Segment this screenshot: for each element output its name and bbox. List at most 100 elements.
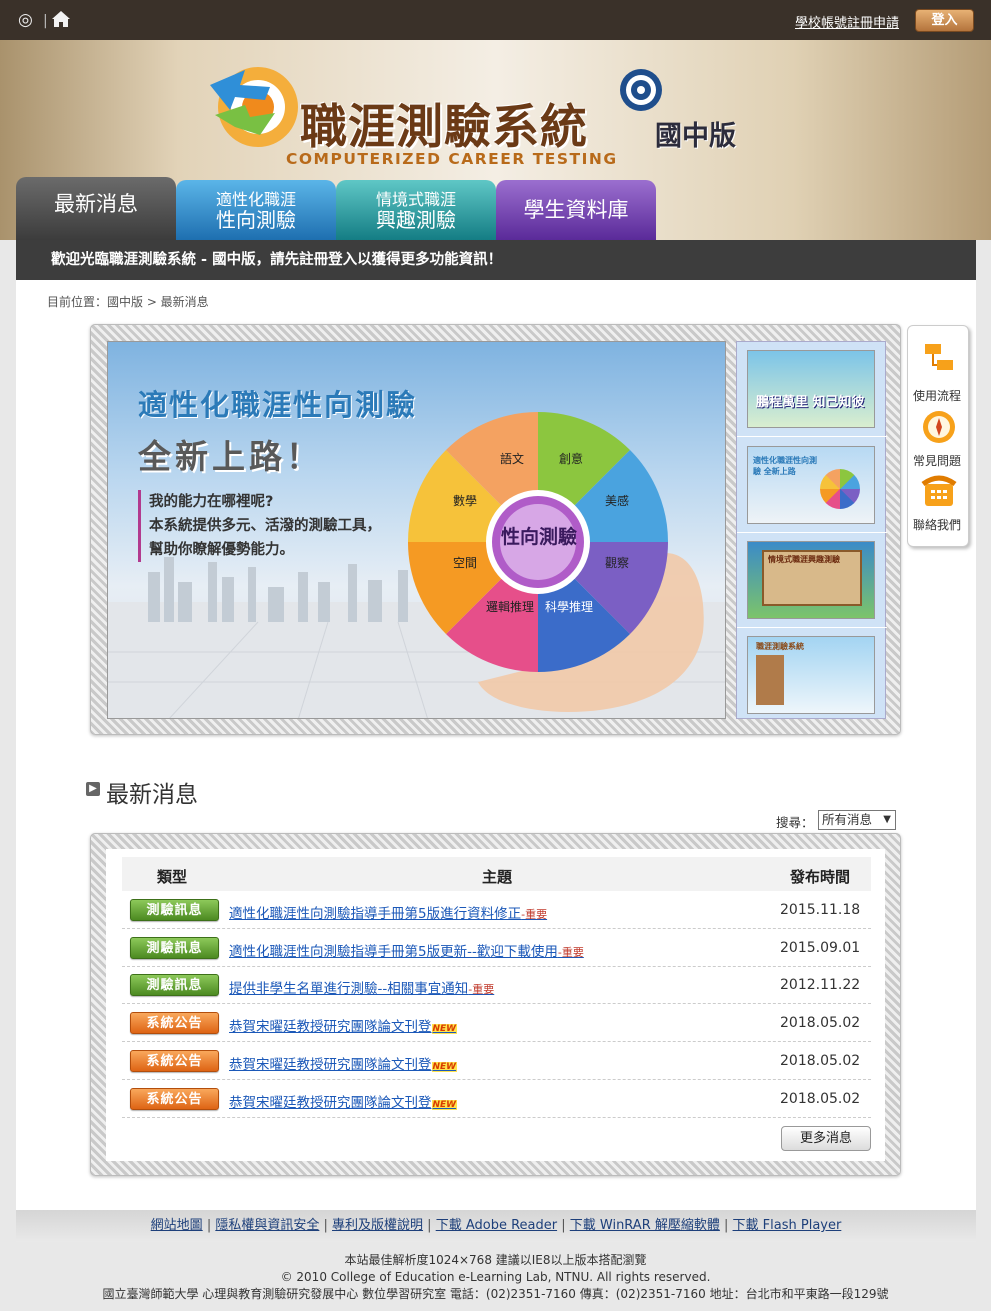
slide-subtitle: 全新上路！ <box>138 437 323 476</box>
news-title-text: 適性化職涯性向測驗指導手冊第5版進行資料修正 <box>229 906 522 922</box>
footer-separator: | <box>323 1218 333 1233</box>
footer-separator: | <box>427 1218 436 1233</box>
slideshow-thumbnails: 鵬程萬里 知己知彼 適性化職涯性向測驗 全新上路 情境式職涯興趣測驗 職涯測驗系… <box>736 341 887 719</box>
thumbnail-2[interactable]: 適性化職涯性向測驗 全新上路 <box>747 446 875 524</box>
thumb-divider <box>737 436 887 437</box>
signpost-icon <box>756 655 784 705</box>
thumb-divider <box>737 627 887 628</box>
thumbnail-3[interactable]: 情境式職涯興趣測驗 <box>747 541 875 619</box>
wheel-segment: 美感 <box>605 494 630 508</box>
table-row: 測驗訊息 提供非學生名單進行測驗--相關事宜通知-重要 2012.11.22 <box>122 967 871 1005</box>
tab-student-database[interactable]: 學生資料庫 <box>496 180 656 240</box>
footer-link-copyright[interactable]: 專利及版權說明 <box>332 1218 423 1233</box>
new-badge-icon: NEW <box>431 1024 458 1035</box>
table-row: 系統公告 恭賀宋曜廷教授研究團隊論文刊登NEW 2018.05.02 <box>122 1005 871 1043</box>
phone-icon <box>921 475 957 506</box>
wheel-segment: 數學 <box>453 494 478 508</box>
register-link[interactable]: 學校帳號註冊申請 <box>795 12 899 31</box>
news-type-badge: 系統公告 <box>130 1012 219 1035</box>
important-mark: -重要 <box>521 908 548 921</box>
news-title-link[interactable]: 提供非學生名單進行測驗--相關事宜通知-重要 <box>229 977 494 997</box>
tab-aptitude-test[interactable]: 適性化職涯 性向測驗 <box>176 180 336 240</box>
wheel-segment: 科學推理 <box>545 600 594 614</box>
tab-aptitude-line2: 性向測驗 <box>216 208 296 232</box>
tab-latest-news[interactable]: 最新消息 <box>16 177 176 240</box>
slide-line: 本系統提供多元、活潑的測驗工具， <box>149 518 381 534</box>
news-date: 2018.05.02 <box>780 1015 861 1032</box>
thumbnail-1[interactable]: 鵬程萬里 知己知彼 <box>747 350 875 428</box>
news-filter-value: 所有消息 <box>822 812 873 827</box>
quick-label: 常見問題 <box>912 454 961 468</box>
top-bar: ◎ | 學校帳號註冊申請 登入 <box>0 0 991 40</box>
news-title-text: 恭賀宋曜廷教授研究團隊論文刊登 <box>229 1056 432 1073</box>
tab-interest-test[interactable]: 情境式職涯 興趣測驗 <box>336 180 496 240</box>
quick-item-flow[interactable] <box>908 340 970 380</box>
news-date: 2015.11.18 <box>780 902 861 918</box>
column-header-date: 發布時間 <box>790 868 851 886</box>
home-icon[interactable] <box>51 10 71 33</box>
quick-item-contact[interactable] <box>908 472 970 514</box>
footer-separator: | <box>561 1218 570 1233</box>
column-header-subject: 主題 <box>482 868 513 886</box>
login-button[interactable]: 登入 <box>915 9 974 32</box>
important-mark: -重要 <box>557 945 584 959</box>
footer-link-privacy[interactable]: 隱私權與資訊安全 <box>215 1218 319 1233</box>
breadcrumb: 目前位置：國中版 > 最新消息 <box>47 295 209 309</box>
chevron-down-icon: ▼ <box>883 814 891 825</box>
footer-link-adobe-reader[interactable]: 下載 Adobe Reader <box>436 1218 557 1233</box>
footer-separator: | <box>724 1218 733 1233</box>
tab-aptitude-line1: 適性化職涯 <box>215 190 296 209</box>
quick-menu: 使用流程 常見問題 聯絡我們 <box>907 325 969 547</box>
footer-info: 本站最佳解析度1024×768 建議以IE8以上版本搭配瀏覽 © 2010 Co… <box>0 1252 991 1303</box>
news-title-link[interactable]: 恭賀宋曜廷教授研究團隊論文刊登NEW <box>229 1053 458 1073</box>
wheel-segment: 邏輯推理 <box>486 600 535 614</box>
news-type-badge: 測驗訊息 <box>130 899 219 921</box>
news-title-link[interactable]: 適性化職涯性向測驗指導手冊第5版更新--歡迎下載使用-重要 <box>229 940 584 960</box>
news-date: 2012.11.22 <box>780 977 861 994</box>
new-badge-icon: NEW <box>431 1099 458 1110</box>
news-date: 2018.05.02 <box>780 1090 861 1107</box>
footer-links: 網站地圖 | 隱私權與資訊安全 | 專利及版權說明 | 下載 Adobe Rea… <box>16 1210 976 1242</box>
thumb-divider <box>737 532 887 533</box>
news-filter-select[interactable]: 所有消息 ▼ <box>818 810 896 830</box>
slide-title: 適性化職涯性向測驗 <box>138 388 418 422</box>
news-type-badge: 測驗訊息 <box>130 936 219 959</box>
slideshow-main-image[interactable]: 適性化職涯性向測驗 全新上路！ 我的能力在哪裡呢? 本系統提供多元、活潑的測驗工… <box>107 341 726 719</box>
welcome-bar: 歡迎光臨職涯測驗系統 - 國中版，請先註冊登入以獲得更多功能資訊！ <box>16 240 976 280</box>
news-type-badge: 系統公告 <box>130 1087 219 1110</box>
footer-link-winrar[interactable]: 下載 WinRAR 解壓縮軟體 <box>570 1218 720 1233</box>
flowchart-icon <box>925 344 953 370</box>
wheel-thumb-icon <box>820 469 860 509</box>
target-icon[interactable]: ◎ <box>18 10 33 30</box>
footer-link-flash-player[interactable]: 下載 Flash Player <box>733 1218 842 1233</box>
footer-link-sitemap[interactable]: 網站地圖 <box>151 1218 203 1233</box>
footer-line: 國立臺灣師範大學 心理與教育測驗研究發展中心 數位學習研究室 電話：(02)23… <box>102 1287 889 1301</box>
news-title-link[interactable]: 恭賀宋曜廷教授研究團隊論文刊登NEW <box>229 1091 458 1111</box>
tab-interest-line1: 情境式職涯 <box>375 190 456 209</box>
thumbnail-4[interactable]: 職涯測驗系統 <box>747 636 875 714</box>
news-title-text: 提供非學生名單進行測驗--相關事宜通知 <box>229 981 469 998</box>
news-date: 2018.05.02 <box>780 1052 861 1069</box>
logo-arrows-icon <box>210 67 298 147</box>
wheel-segment: 創意 <box>559 452 584 466</box>
wheel-segment: 觀察 <box>605 556 630 570</box>
important-mark: -重要 <box>468 983 495 997</box>
more-news-button[interactable]: 更多消息 <box>781 1126 871 1151</box>
news-type-badge: 測驗訊息 <box>130 974 219 997</box>
quick-item-faq[interactable] <box>908 408 970 450</box>
footer-line: © 2010 College of Education e-Learning L… <box>280 1270 711 1284</box>
news-title-link[interactable]: 恭賀宋曜廷教授研究團隊論文刊登NEW <box>229 1015 458 1035</box>
new-badge-icon: NEW <box>431 1061 458 1072</box>
table-row: 系統公告 恭賀宋曜廷教授研究團隊論文刊登NEW 2018.05.02 <box>122 1081 871 1118</box>
table-row: 系統公告 恭賀宋曜廷教授研究團隊論文刊登NEW 2018.05.02 <box>122 1043 871 1080</box>
tab-interest-line2: 興趣測驗 <box>376 208 456 232</box>
logo-edition: 國中版 <box>655 121 736 152</box>
news-title-link[interactable]: 適性化職涯性向測驗指導手冊第5版進行資料修正-重要 <box>229 902 547 922</box>
slide-description: 我的能力在哪裡呢? 本系統提供多元、活潑的測驗工具， 幫助你瞭解優勢能力。 <box>138 490 381 562</box>
quick-label: 使用流程 <box>912 389 961 403</box>
column-header-type: 類型 <box>157 868 188 886</box>
logo-title: 職涯測驗系統 <box>300 100 588 155</box>
news-type-badge: 系統公告 <box>130 1049 219 1072</box>
wheel-segment: 語文 <box>500 452 525 466</box>
footer-line: 本站最佳解析度1024×768 建議以IE8以上版本搭配瀏覽 <box>344 1253 647 1267</box>
